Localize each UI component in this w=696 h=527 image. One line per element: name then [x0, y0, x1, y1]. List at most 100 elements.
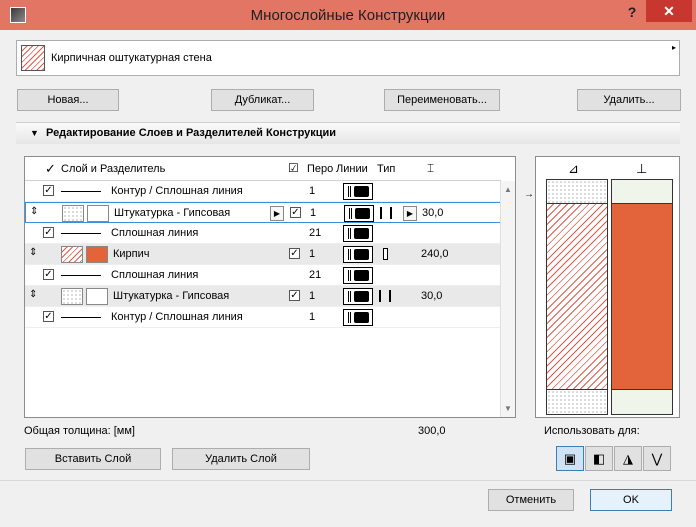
line-type-button[interactable]	[343, 267, 373, 284]
table-row[interactable]: ✓ Сплошная линия 21	[25, 223, 501, 244]
fill-color-swatch[interactable]	[87, 205, 109, 222]
collapse-arrow-icon[interactable]: ▼	[30, 128, 39, 138]
type-sample-icon	[383, 247, 399, 262]
table-row-selected[interactable]: ⇕ Штукатурка - Гипсовая ▶ ✓ 1 ▶ 30,0	[25, 202, 501, 223]
thickness-icon: ⌶	[427, 161, 435, 175]
fill-brush-icon[interactable]: ⊥	[636, 161, 647, 177]
row-name: Сплошная линия	[111, 269, 199, 281]
table-row[interactable]: ⇕ Кирпич ✓ 1 240,0	[25, 244, 501, 265]
scroll-down-icon[interactable]: ▼	[504, 404, 512, 413]
title-bar: Многослойные Конструкции ? ✕	[0, 0, 696, 30]
header-pen: Перо	[307, 163, 334, 175]
row-name: Штукатурка - Гипсовая	[114, 207, 231, 219]
plaster-pattern-icon[interactable]	[62, 205, 84, 222]
window-title: Многослойные Конструкции	[250, 7, 446, 24]
cancel-button[interactable]: Отменить	[488, 489, 574, 511]
structure-preview: ⊿ ⊥ →	[524, 156, 680, 418]
pointer-arrow-icon: →	[524, 189, 534, 200]
row-pen[interactable]: 1	[309, 290, 315, 302]
shell-tool-icon[interactable]: ⋁	[643, 446, 671, 471]
material-menu-arrow-icon[interactable]: ▶	[270, 206, 284, 221]
roof-tool-icon[interactable]: ◮	[614, 446, 642, 471]
line-sample-icon	[61, 317, 101, 318]
line-sample-icon	[61, 233, 101, 234]
preview-brick-fill	[612, 204, 672, 390]
line-sample-icon	[61, 275, 101, 276]
preview-fill-column	[611, 179, 673, 415]
row-thickness[interactable]: 30,0	[422, 207, 443, 219]
type-sample-icon	[379, 289, 395, 304]
plaster-pattern-icon[interactable]	[61, 288, 83, 305]
table-row[interactable]: ✓ Сплошная линия 21	[25, 265, 501, 286]
table-row[interactable]: ✓ Контур / Сплошная линия 1	[25, 181, 501, 202]
drag-handle-icon[interactable]: ⇕	[30, 206, 38, 217]
line-type-button[interactable]	[343, 183, 373, 200]
table-row[interactable]: ✓ Контур / Сплошная линия 1	[25, 307, 501, 328]
rename-button[interactable]: Переименовать...	[384, 89, 500, 111]
row-pen[interactable]: 21	[309, 227, 321, 239]
line-type-button[interactable]	[343, 309, 373, 326]
type-menu-arrow-icon[interactable]: ▶	[403, 206, 417, 221]
preset-selector[interactable]: Кирпичная оштукатурная стена ▸	[16, 40, 680, 76]
row-thickness[interactable]: 30,0	[421, 290, 442, 302]
row-checkbox[interactable]: ✓	[43, 269, 54, 280]
help-button[interactable]: ?	[622, 4, 642, 20]
brick-pattern-icon	[21, 45, 45, 71]
row-name: Штукатурка - Гипсовая	[113, 290, 230, 302]
table-header: ✓ Слой и Разделитель ☑ Перо Линии Тип ⌶	[25, 157, 501, 181]
insert-layer-button[interactable]: Вставить Слой	[25, 448, 161, 470]
remove-layer-button[interactable]: Удалить Слой	[172, 448, 310, 470]
header-lines: Линии	[336, 163, 368, 175]
row-name: Контур / Сплошная линия	[111, 185, 243, 197]
row-checkbox[interactable]: ✓	[43, 311, 54, 322]
check-all-icon[interactable]: ✓	[45, 161, 56, 177]
preview-hatch-column	[546, 179, 608, 415]
row-name: Кирпич	[113, 248, 150, 260]
expand-arrow-icon[interactable]: ▸	[672, 43, 676, 52]
row-pen[interactable]: 21	[309, 269, 321, 281]
line-type-button[interactable]	[343, 225, 373, 242]
drag-handle-icon[interactable]: ⇕	[29, 289, 37, 300]
line-type-button[interactable]	[344, 205, 374, 222]
section-title: Редактирование Слоев и Разделителей Конс…	[46, 127, 337, 139]
slab-tool-icon[interactable]: ◧	[585, 446, 613, 471]
header-check-icon: ☑	[288, 161, 299, 175]
line-type-button[interactable]	[343, 246, 373, 263]
header-type: Тип	[377, 163, 396, 175]
preview-plaster-layer	[547, 180, 607, 204]
scroll-up-icon[interactable]: ▲	[504, 185, 512, 194]
wall-tool-icon[interactable]: ▣	[556, 446, 584, 471]
section-header[interactable]: ▼ Редактирование Слоев и Разделителей Ко…	[16, 122, 680, 144]
preset-name: Кирпичная оштукатурная стена	[51, 52, 212, 64]
row-pen[interactable]: 1	[309, 185, 315, 197]
layers-table: ✓ Слой и Разделитель ☑ Перо Линии Тип ⌶ …	[24, 156, 516, 418]
close-button[interactable]: ✕	[646, 0, 692, 22]
new-button[interactable]: Новая...	[17, 89, 119, 111]
line-type-button[interactable]	[343, 288, 373, 305]
delete-button[interactable]: Удалить...	[577, 89, 681, 111]
row-pen[interactable]: 1	[310, 207, 316, 219]
use-for-label: Использовать для:	[544, 425, 640, 437]
total-thickness-value: 300,0	[418, 425, 446, 437]
row-checkbox[interactable]: ✓	[289, 290, 300, 301]
footer-divider	[0, 480, 696, 481]
fill-color-swatch[interactable]	[86, 288, 108, 305]
row-checkbox[interactable]: ✓	[289, 248, 300, 259]
row-pen[interactable]: 1	[309, 311, 315, 323]
row-checkbox[interactable]: ✓	[290, 207, 301, 218]
preview-plaster-fill	[612, 180, 672, 204]
brick-pattern-icon[interactable]	[61, 246, 83, 263]
type-sample-icon	[380, 206, 396, 221]
row-pen[interactable]: 1	[309, 248, 315, 260]
table-row[interactable]: ⇕ Штукатурка - Гипсовая ✓ 1 30,0	[25, 286, 501, 307]
section-view-icon[interactable]: ⊿	[568, 161, 579, 177]
row-thickness[interactable]: 240,0	[421, 248, 449, 260]
ok-button[interactable]: OK	[590, 489, 672, 511]
row-checkbox[interactable]: ✓	[43, 227, 54, 238]
vertical-scrollbar[interactable]: ▲ ▼	[500, 181, 515, 417]
drag-handle-icon[interactable]: ⇕	[29, 247, 37, 258]
total-thickness-label: Общая толщина: [мм]	[24, 425, 135, 437]
row-checkbox[interactable]: ✓	[43, 185, 54, 196]
duplicate-button[interactable]: Дубликат...	[211, 89, 314, 111]
fill-color-swatch[interactable]	[86, 246, 108, 263]
